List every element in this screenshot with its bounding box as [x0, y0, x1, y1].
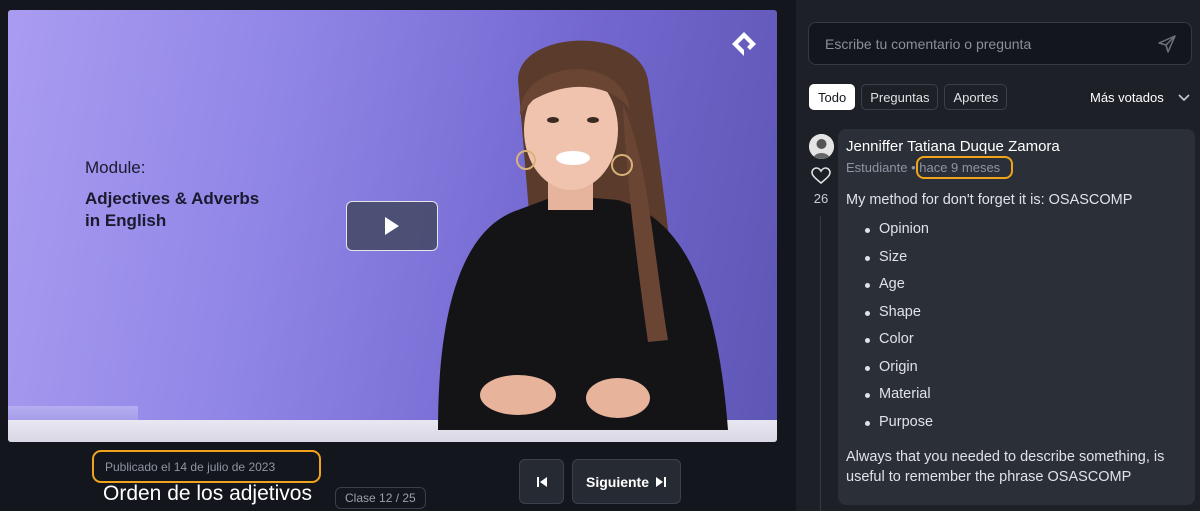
published-date: Publicado el 14 de julio de 2023 — [92, 450, 321, 483]
meta-separator: • — [911, 160, 916, 175]
list-item-text: Shape — [879, 303, 921, 320]
list-item-text: Color — [879, 331, 914, 347]
module-overlay: Module: Adjectives & Adverbs in English — [85, 158, 259, 232]
class-badge: Clase 12 / 25 — [335, 487, 426, 509]
heart-icon[interactable] — [811, 167, 831, 185]
comment-intro: My method for don't forget it is: OSASCO… — [846, 192, 1133, 208]
play-icon — [385, 217, 399, 235]
osascomp-list: Opinion Size Age Shape Color Origin Mate… — [846, 221, 1187, 441]
previous-button[interactable] — [519, 459, 564, 504]
play-button[interactable] — [346, 201, 438, 251]
list-item: Opinion — [846, 221, 1187, 249]
module-title: Adjectives & Adverbs in English — [85, 189, 260, 230]
list-item: Origin — [846, 359, 1187, 387]
list-item-text: Size — [879, 248, 908, 265]
module-kicker: Module: — [85, 158, 146, 177]
comment-closing: Always that you needed to describe somet… — [846, 449, 1165, 485]
comment-author[interactable]: Jenniffer Tatiana Duque Zamora — [846, 138, 1187, 155]
send-icon[interactable] — [1157, 34, 1177, 54]
list-item: Size — [846, 249, 1187, 277]
next-icon — [656, 476, 666, 487]
filter-aportes[interactable]: Aportes — [944, 84, 1008, 110]
list-item: Purpose — [846, 414, 1187, 442]
comment-role: Estudiante — [846, 160, 908, 175]
list-item-text: Opinion — [879, 221, 929, 237]
next-button-label: Siguiente — [585, 473, 649, 490]
list-item: Age — [846, 276, 1187, 304]
list-item: Shape — [846, 304, 1187, 332]
comment-meta: Estudiante • hace 9 meses — [846, 156, 1187, 179]
comment-input[interactable]: Escribe tu comentario o pregunta — [808, 22, 1192, 65]
lesson-title: Orden de los adjetivos — [103, 482, 312, 505]
list-item-text: Material — [879, 386, 931, 402]
avatar-image — [809, 134, 834, 159]
comment-filters: Todo Preguntas Aportes — [809, 84, 1008, 110]
list-item-text: Age — [879, 276, 905, 292]
video-player[interactable]: Module: Adjectives & Adverbs in English — [8, 10, 777, 442]
comments-panel: Escribe tu comentario o pregunta Todo Pr… — [796, 0, 1200, 511]
sort-dropdown[interactable]: Más votados — [1090, 90, 1190, 105]
filter-preguntas[interactable]: Preguntas — [861, 84, 939, 110]
thread-line — [820, 216, 821, 511]
avatar[interactable] — [809, 134, 834, 159]
prev-icon — [536, 476, 547, 487]
next-button[interactable]: Siguiente — [572, 459, 681, 504]
list-item-text: Origin — [879, 358, 918, 375]
comment-card: Jenniffer Tatiana Duque Zamora Estudiant… — [838, 129, 1195, 505]
chevron-down-icon — [1178, 93, 1190, 101]
list-item: Material — [846, 386, 1187, 414]
sort-label: Más votados — [1090, 90, 1164, 105]
comment-input-placeholder: Escribe tu comentario o pregunta — [825, 36, 1032, 52]
time-highlight — [916, 156, 1013, 179]
filter-todo[interactable]: Todo — [809, 84, 856, 110]
like-count: 26 — [813, 191, 829, 206]
list-item-text: Purpose — [879, 413, 934, 430]
list-item: Color — [846, 331, 1187, 359]
